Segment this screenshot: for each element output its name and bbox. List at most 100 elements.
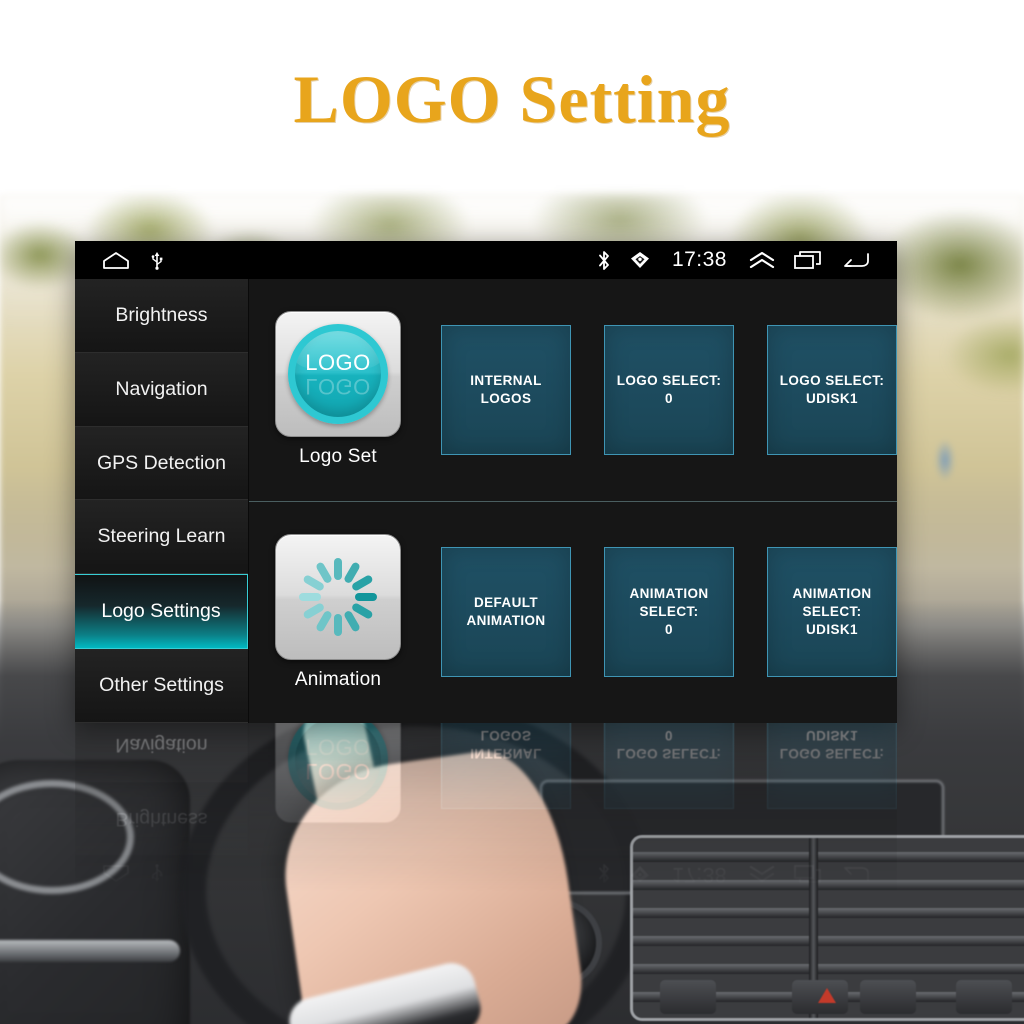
sidebar-item-navigation[interactable]: Navigation [75,723,248,782]
settings-content-panel: LOGO LOGO Logo Set INTERNAL LOGOS LOGO S… [249,723,897,855]
sidebar-item-gps-detection[interactable]: GPS Detection [75,426,248,501]
button-line: 0 [665,390,673,406]
usb-icon[interactable] [151,864,163,884]
home-icon[interactable] [103,865,129,883]
sidebar-item-navigation[interactable]: Navigation [75,352,248,427]
head-unit-body: Brightness Navigation GPS Detection Stee… [75,723,897,855]
logo-select-0-button[interactable]: LOGO SELECT: 0 [604,324,734,455]
button-line: SELECT: [639,604,699,620]
head-unit-body: Brightness Navigation GPS Detection Stee… [75,279,897,723]
button-line: UDISK1 [806,622,858,638]
logo-icon-text-reflection: LOGO [305,373,371,399]
button-line: LOGO SELECT: [616,372,722,388]
gps-signal-icon [630,251,650,269]
sidebar-item-steering-learn[interactable]: Steering Learn [75,500,248,575]
expand-up-icon[interactable] [749,865,775,883]
sidebar-item-other-settings[interactable]: Other Settings [75,649,248,723]
sidebar-item-label: Brightness [115,303,208,326]
button-line: SELECT: [802,604,862,620]
logo-set-icon[interactable]: LOGO LOGO [275,723,401,823]
sidebar-item-label: GPS Detection [97,451,226,474]
button-line: ANIMATION [466,613,546,629]
status-bar: 17:38 [75,855,897,893]
logo-set-app-cell[interactable]: LOGO LOGO Logo Set [265,311,411,468]
spinner-graphic [295,554,381,640]
logo-set-button-group: INTERNAL LOGOS LOGO SELECT: 0 LOGO SELECT… [441,324,897,455]
button-line: 0 [665,728,673,744]
sidebar-item-label: Steering Learn [97,525,226,548]
logo-icon-text: LOGO [305,759,371,785]
usb-icon[interactable] [151,251,163,270]
bluetooth-icon [597,250,611,271]
logo-set-row: LOGO LOGO Logo Set INTERNAL LOGOS LOGO S… [249,723,897,855]
button-line: UDISK1 [806,728,858,744]
animation-app-cell[interactable]: Animation [265,533,411,691]
animation-button-group: DEFAULT ANIMATION ANIMATION SELECT: 0 ANIMA… [441,547,897,678]
settings-content-panel: LOGO LOGO Logo Set INTERNAL LOGOS LOGO S… [249,279,897,723]
status-bar: 17:38 [75,241,897,279]
bluetooth-icon [597,864,611,885]
page-title: LOGO Setting [293,61,731,137]
expand-up-icon[interactable] [749,251,775,269]
spinner-segment [299,592,321,601]
spinner-segment [334,613,342,636]
recent-apps-icon[interactable] [794,864,822,884]
animation-select-0-button[interactable]: ANIMATION SELECT: 0 [604,547,734,678]
dashboard-button-row [660,980,1020,1020]
car-head-unit-screen: 17:38 [75,723,897,893]
button-line: LOGO SELECT: [616,746,722,762]
logo-icon-text-reflection: LOGO [305,735,371,761]
animation-spinner-icon[interactable] [275,533,401,660]
button-line: LOGO SELECT: [779,746,885,762]
button-line: UDISK1 [806,390,858,406]
back-icon[interactable] [841,251,869,269]
screen-reflection: 17:38 Brightness Navigation LOGO LOGO IN… [75,723,897,893]
screen-reflection-copy: 17:38 Brightness Navigation LOGO LOGO IN… [75,723,897,893]
animation-row: Animation DEFAULT ANIMATION ANIMATION SELE… [249,500,897,724]
sidebar-item-label: Logo Settings [101,600,221,623]
status-bar-clock: 17:38 [671,863,727,886]
back-icon[interactable] [841,865,869,883]
button-line: LOGO SELECT: [779,372,885,388]
car-head-unit-screen: 17:38 [75,241,897,723]
logo-circle-graphic: LOGO LOGO [288,324,388,425]
animation-label: Animation [294,668,382,690]
default-animation-button[interactable]: DEFAULT ANIMATION [441,547,571,678]
sidebar-item-brightness[interactable]: Brightness [75,279,248,353]
internal-logos-button[interactable]: INTERNAL LOGOS [441,723,571,810]
spinner-segment [334,557,342,580]
logo-set-icon[interactable]: LOGO LOGO [275,311,401,438]
logo-icon-text: LOGO [305,349,371,375]
button-line: INTERNAL LOGOS [470,372,542,406]
hazard-light-icon [818,988,836,1003]
gps-signal-icon [630,865,650,883]
button-line: INTERNAL LOGOS [470,728,542,762]
logo-set-app-cell[interactable]: LOGO LOGO Logo Set [265,723,411,823]
logo-set-row: LOGO LOGO Logo Set INTERNAL LOGOS LOGO S… [249,279,897,501]
sidebar-item-label: Brightness [115,808,208,831]
button-line: ANIMATION [792,585,872,601]
recent-apps-icon[interactable] [794,250,822,270]
sidebar-item-label: Navigation [115,734,208,757]
button-line: ANIMATION [629,585,709,601]
sidebar-item-brightness[interactable]: Brightness [75,781,248,855]
button-line: 0 [665,622,673,638]
home-icon[interactable] [103,251,129,269]
logo-circle-graphic: LOGO LOGO [288,723,388,810]
logo-select-0-button[interactable]: LOGO SELECT: 0 [604,723,734,810]
settings-sidebar: Brightness Navigation GPS Detection Stee… [75,279,249,723]
internal-logos-button[interactable]: INTERNAL LOGOS [441,324,571,455]
sidebar-item-label: Other Settings [99,674,224,697]
page-root: LOGO Setting 17:38 Brightness Navigation… [0,0,1024,1024]
sidebar-item-label: Navigation [115,377,208,400]
logo-select-udisk1-button[interactable]: LOGO SELECT: UDISK1 [767,723,897,810]
sidebar-item-logo-settings[interactable]: Logo Settings [75,574,248,650]
logo-set-button-group: INTERNAL LOGOS LOGO SELECT: 0 LOGO SELECT… [441,723,897,810]
button-line: DEFAULT [473,595,539,611]
logo-set-label: Logo Set [299,446,377,468]
logo-select-udisk1-button[interactable]: LOGO SELECT: UDISK1 [767,324,897,455]
spinner-segment [355,592,377,601]
animation-select-udisk1-button[interactable]: ANIMATION SELECT: UDISK1 [767,547,897,678]
settings-sidebar: Brightness Navigation GPS Detection Stee… [75,723,249,855]
status-bar-clock: 17:38 [671,248,727,271]
